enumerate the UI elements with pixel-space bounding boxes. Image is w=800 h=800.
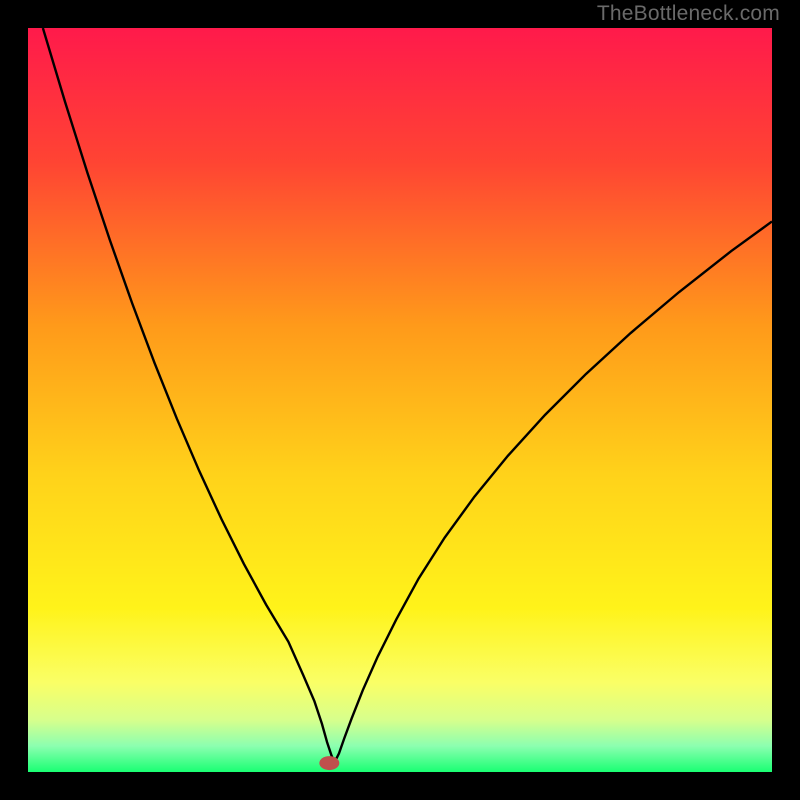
watermark-text: TheBottleneck.com: [597, 2, 780, 26]
minimum-marker: [319, 756, 339, 770]
plot-area: [28, 28, 772, 772]
bottleneck-chart: [28, 28, 772, 772]
gradient-background: [28, 28, 772, 772]
chart-frame: TheBottleneck.com: [0, 0, 800, 800]
